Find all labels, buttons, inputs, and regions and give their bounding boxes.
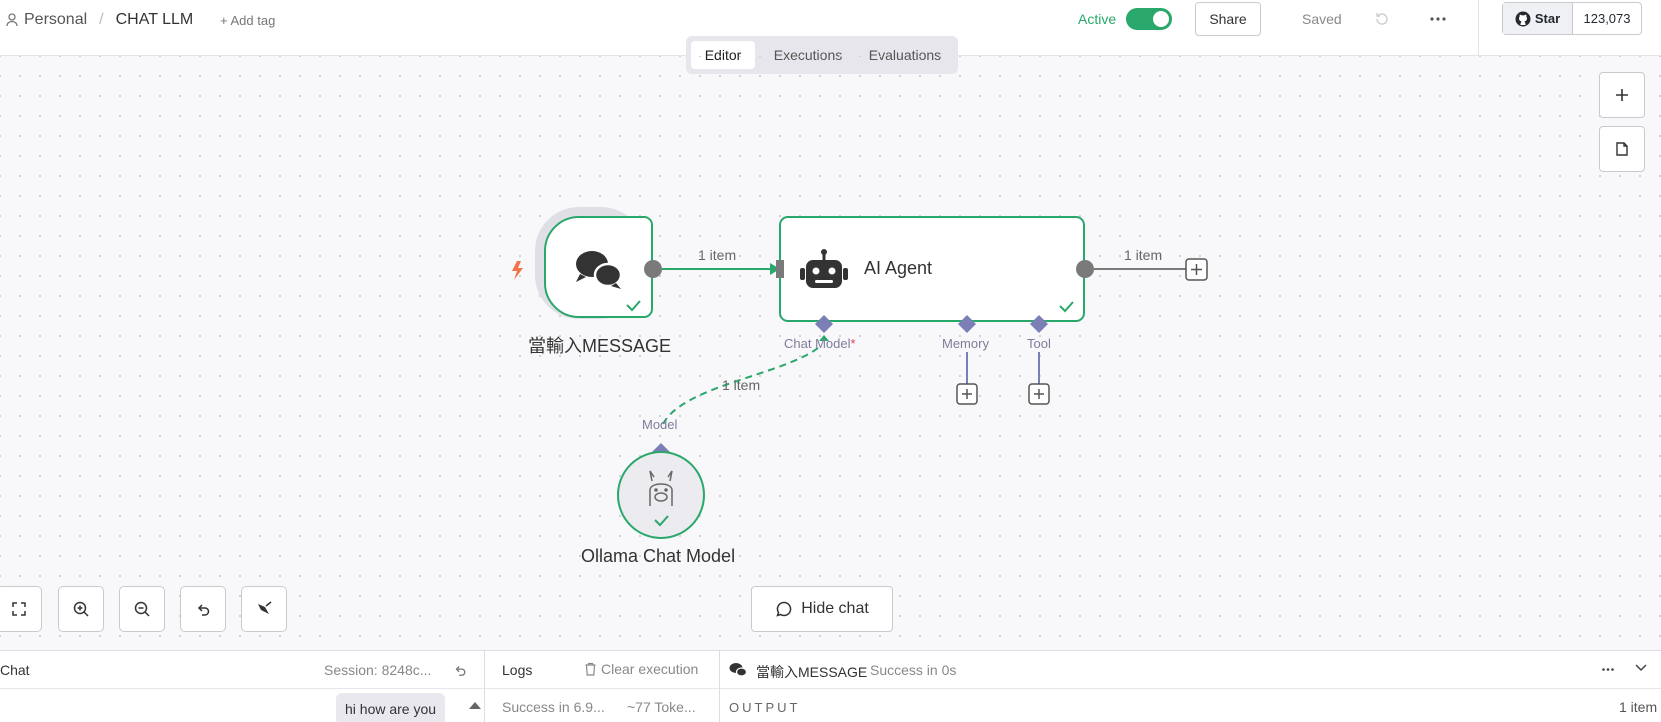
github-star-label: Star: [1534, 11, 1561, 26]
share-button[interactable]: Share: [1195, 2, 1261, 36]
model-node-label: Ollama Chat Model: [581, 546, 736, 566]
user-message-bubble: hi how are you: [336, 693, 446, 722]
session-id: Session: 8248c...: [324, 662, 432, 678]
workflow-name[interactable]: CHAT LLM: [116, 11, 194, 29]
log-entry-status[interactable]: Success in 6.9...: [502, 699, 605, 715]
logs-title: Logs: [502, 662, 533, 678]
history-icon[interactable]: [1374, 11, 1390, 27]
output-node-name: 當輸入MESSAGE: [756, 664, 868, 680]
scroll-up-icon[interactable]: [468, 700, 482, 710]
active-toggle[interactable]: [1126, 8, 1172, 30]
chat-logs-divider: [484, 651, 485, 722]
trigger-bolt-icon: [512, 261, 523, 280]
header-divider: [1478, 0, 1479, 56]
hide-chat-label: Hide chat: [801, 600, 869, 617]
add-tag-link[interactable]: + Add tag: [220, 13, 275, 28]
github-star-widget[interactable]: Star 123,073: [1502, 2, 1642, 35]
chat-bubble-icon: [776, 601, 792, 617]
active-label: Active: [1078, 11, 1117, 27]
agent-node-label: AI Agent: [864, 258, 933, 278]
agent-output-port[interactable]: [1076, 260, 1094, 278]
collapse-panel-icon[interactable]: [1635, 664, 1647, 672]
more-options-icon[interactable]: [1430, 17, 1446, 21]
edge-trigger-agent-label: 1 item: [698, 247, 737, 263]
bottom-panel-header-divider: [0, 688, 1661, 689]
output-status: Success in 0s: [870, 662, 957, 678]
github-star-button[interactable]: Star: [1503, 3, 1573, 34]
chat-panel-title: Chat: [0, 662, 30, 678]
memory-port-label: Memory: [942, 336, 989, 351]
breadcrumb-project[interactable]: Personal: [24, 11, 87, 29]
undo-icon: [197, 604, 210, 616]
trigger-node-label: 當輸入MESSAGE: [528, 336, 672, 356]
logs-output-divider: [719, 651, 720, 722]
edge-model-label: 1 item: [722, 377, 761, 393]
toggle-knob: [1153, 11, 1169, 27]
fit-view-button[interactable]: [0, 586, 42, 632]
output-heading: OUTPUT: [729, 700, 801, 715]
model-port-label: Model: [642, 417, 678, 432]
canvas-graph: [512, 207, 1208, 539]
edge-agent-out-label: 1 item: [1124, 247, 1163, 263]
plus-icon: [1616, 89, 1628, 101]
chat-bubbles-small-icon: [729, 663, 747, 677]
tool-port-label: Tool: [1027, 336, 1051, 351]
sticky-note-icon: [1616, 142, 1628, 156]
add-node-button[interactable]: [1599, 72, 1645, 118]
broom-icon: [258, 601, 272, 614]
zoom-out-icon: [134, 601, 150, 617]
undo-button[interactable]: [180, 586, 226, 632]
github-icon: [1515, 11, 1531, 26]
trash-icon: [585, 662, 596, 676]
trigger-output-port[interactable]: [644, 260, 662, 278]
chat-model-port-label: Chat Model*: [784, 336, 856, 351]
github-star-count: 123,073: [1583, 11, 1631, 26]
clear-execution-button[interactable]: Clear execution: [584, 661, 698, 677]
workflow-canvas[interactable]: 當輸入MESSAGE AI Agent Ollama Chat Model 1 …: [0, 56, 1661, 650]
output-more-icon[interactable]: [1602, 668, 1614, 671]
user-icon: [6, 13, 18, 27]
add-sticky-button[interactable]: [1599, 126, 1645, 172]
breadcrumb: Personal / CHAT LLM: [6, 11, 193, 29]
output-item-count: 1 item: [1619, 699, 1658, 715]
zoom-out-button[interactable]: [119, 586, 165, 632]
zoom-in-button[interactable]: [58, 586, 104, 632]
reset-session-icon[interactable]: [453, 663, 467, 677]
fit-view-icon: [12, 602, 26, 616]
log-entry-tokens: ~77 Toke...: [627, 699, 696, 715]
tidy-up-button[interactable]: [241, 586, 287, 632]
breadcrumb-separator: /: [99, 11, 104, 28]
hide-chat-button[interactable]: Hide chat: [751, 586, 893, 632]
bottom-panel: Chat Session: 8248c... hi how are you Lo…: [0, 650, 1661, 722]
saved-status: Saved: [1302, 11, 1342, 27]
agent-input-port[interactable]: [776, 260, 784, 278]
zoom-in-icon: [73, 601, 89, 617]
